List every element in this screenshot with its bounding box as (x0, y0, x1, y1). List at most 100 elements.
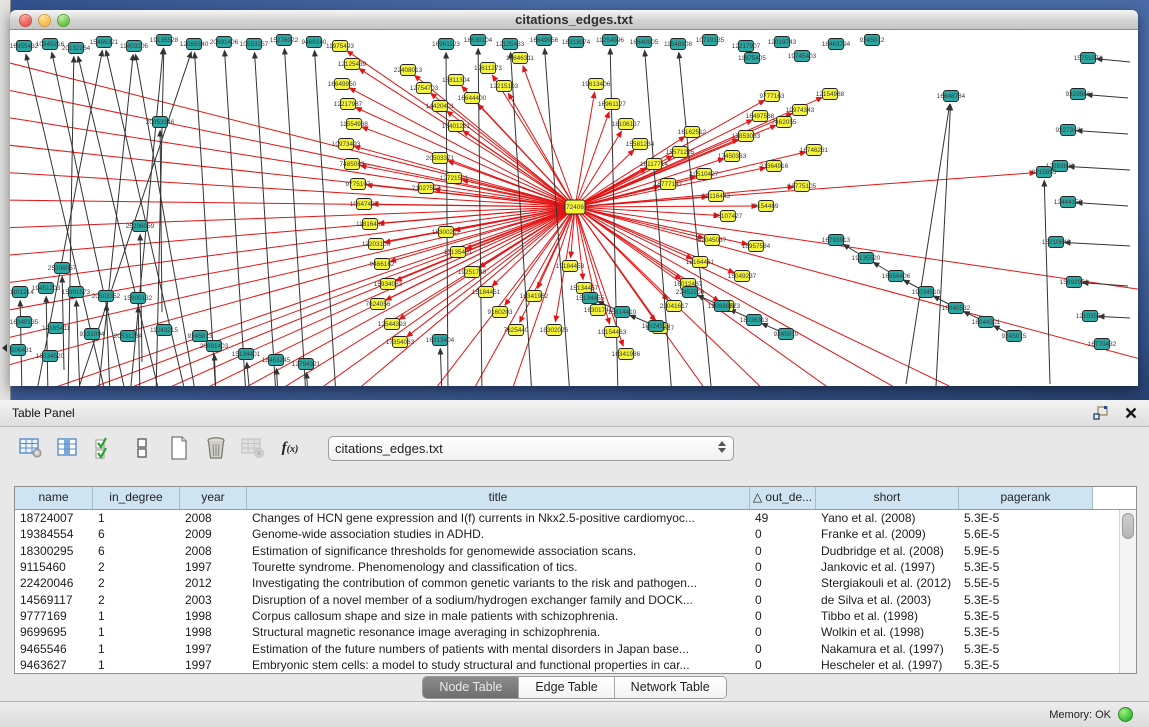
toggle-rows-button[interactable] (129, 435, 155, 461)
svg-text:16040532: 16040532 (942, 305, 971, 312)
svg-text:19613406: 19613406 (582, 81, 611, 88)
svg-text:15581234: 15581234 (626, 141, 655, 148)
table-settings-button[interactable] (18, 435, 44, 461)
tab-network-table[interactable]: Network Table (614, 677, 726, 698)
column-header-year[interactable]: year (180, 487, 247, 509)
table-row[interactable]: 1938455462009Genome-wide association stu… (15, 526, 1119, 542)
svg-text:16117714: 16117714 (640, 161, 668, 168)
table-row[interactable]: 946554611997Estimation of the future num… (15, 640, 1119, 656)
column-header-in_degree[interactable]: in_degree (93, 487, 180, 509)
svg-text:22045037: 22045037 (698, 237, 727, 244)
svg-text:21364916: 21364916 (760, 163, 789, 170)
svg-text:20132264: 20132264 (62, 45, 91, 52)
svg-text:12444150: 12444150 (1054, 199, 1083, 206)
svg-text:15814410: 15814410 (608, 309, 637, 316)
svg-text:19135528: 19135528 (150, 37, 179, 44)
table-row[interactable]: 1456911722003Disruption of a novel membe… (15, 591, 1119, 607)
svg-text:18630104: 18630104 (464, 37, 493, 44)
show-columns-button[interactable] (55, 435, 81, 461)
svg-text:15276022: 15276022 (270, 37, 299, 44)
svg-text:9329966: 9329966 (1066, 91, 1091, 98)
svg-text:9245012: 9245012 (860, 37, 885, 44)
svg-text:19251740: 19251740 (458, 269, 487, 276)
table-row[interactable]: 946362711997Embryonic stem cells: a mode… (15, 657, 1119, 673)
scrollbar-thumb[interactable] (1122, 513, 1134, 539)
table-row[interactable]: 911546021997Tourette syndrome. Phenomeno… (15, 559, 1119, 575)
svg-text:15134455: 15134455 (576, 295, 605, 302)
tab-node-table[interactable]: Node Table (423, 677, 518, 698)
svg-text:11243215: 11243215 (150, 327, 178, 334)
svg-text:18024503: 18024503 (642, 323, 671, 330)
table-row[interactable]: 1830029562008Estimation of significance … (15, 543, 1119, 559)
delete-column-trash-button[interactable] (203, 435, 229, 461)
cytoscape-desktop: citations_edges.txt 17240611197549312125… (0, 0, 1149, 400)
network-window-titlebar[interactable]: citations_edges.txt (10, 10, 1138, 30)
svg-text:18463245: 18463245 (262, 357, 291, 364)
table-row[interactable]: 2242004622012Investigating the contribut… (15, 575, 1119, 591)
column-header-out_de[interactable]: △ out_de... (750, 487, 816, 509)
window-traffic-lights (19, 14, 70, 27)
svg-text:11554988: 11554988 (340, 121, 368, 128)
svg-text:11403206: 11403206 (120, 43, 148, 50)
svg-text:17450363: 17450363 (718, 153, 747, 160)
zoom-window-button[interactable] (57, 14, 70, 27)
column-header-title[interactable]: title (247, 487, 750, 509)
svg-text:18313074: 18313074 (562, 39, 591, 46)
close-window-button[interactable] (19, 14, 32, 27)
svg-text:16956406: 16956406 (882, 273, 911, 280)
table-vertical-scrollbar[interactable] (1119, 510, 1136, 673)
svg-text:15751074: 15751074 (1074, 55, 1103, 62)
table-row[interactable]: 977716911998Corpus callosum shape and si… (15, 608, 1119, 624)
svg-text:11975405: 11975405 (738, 55, 766, 62)
table-panel-header[interactable]: Table Panel (0, 400, 1149, 427)
splitpane-collapse-arrow-icon[interactable] (2, 344, 7, 352)
svg-text:9227343: 9227343 (1056, 127, 1081, 134)
column-header-pagerank[interactable]: pagerank (959, 487, 1093, 509)
svg-text:15049237: 15049237 (728, 273, 757, 280)
network-window-title: citations_edges.txt (10, 10, 1138, 29)
svg-text:21027512: 21027512 (412, 185, 441, 192)
svg-text:15901573: 15901573 (62, 289, 91, 296)
svg-text:15934063: 15934063 (374, 281, 403, 288)
svg-text:7624056: 7624056 (366, 301, 391, 308)
tab-edge-table[interactable]: Edge Table (518, 677, 613, 698)
memory-status-indicator[interactable] (1118, 707, 1133, 722)
svg-text:19184453: 19184453 (556, 263, 585, 270)
create-column-button[interactable] (166, 435, 192, 461)
svg-text:10945216: 10945216 (36, 41, 65, 48)
delete-table-disabled-button[interactable] (240, 435, 266, 461)
table-selector-dropdown[interactable]: citations_edges.txt (328, 436, 734, 461)
svg-text:19745403: 19745403 (788, 53, 817, 60)
svg-text:8215955: 8215955 (1032, 169, 1057, 176)
svg-text:16644400: 16644400 (458, 95, 487, 102)
svg-text:12019743: 12019743 (768, 39, 797, 46)
svg-text:12506431: 12506431 (10, 347, 33, 354)
table-selector-value: citations_edges.txt (335, 441, 443, 456)
svg-text:9466162: 9466162 (370, 261, 395, 268)
network-canvas-area[interactable]: 1724061119754931212543916649950122179871… (10, 30, 1138, 386)
svg-text:12217987: 12217987 (334, 101, 363, 108)
svg-text:16497568: 16497568 (746, 113, 775, 120)
column-header-name[interactable]: name (15, 487, 93, 509)
svg-text:16961123: 16961123 (432, 41, 460, 48)
network-view-window[interactable]: citations_edges.txt 17240611197549312125… (10, 10, 1138, 386)
svg-text:10974343: 10974343 (786, 107, 815, 114)
svg-text:10401221: 10401221 (442, 123, 471, 130)
svg-text:12215103: 12215103 (490, 83, 519, 90)
svg-text:11101214: 11101214 (10, 289, 34, 296)
svg-text:16770432: 16770432 (1088, 341, 1117, 348)
function-builder-button[interactable]: f(x) (277, 435, 303, 461)
svg-text:12116443: 12116443 (702, 193, 730, 200)
svg-text:22452206: 22452206 (676, 289, 705, 296)
close-panel-icon[interactable] (1125, 407, 1137, 419)
network-canvas[interactable]: 1724061119754931212543916649950122179871… (10, 30, 1138, 386)
minimize-window-button[interactable] (38, 14, 51, 27)
table-row[interactable]: 969969511998Structural magnetic resonanc… (15, 624, 1119, 640)
select-attributes-button[interactable] (92, 435, 118, 461)
float-panel-icon[interactable] (1093, 406, 1109, 420)
table-row[interactable]: 1872400712008Changes of HCN gene express… (15, 510, 1119, 526)
column-header-short[interactable]: short (816, 487, 959, 509)
svg-text:18300212: 18300212 (432, 229, 461, 236)
svg-text:18302026: 18302026 (540, 327, 569, 334)
svg-text:16961127: 16961127 (598, 101, 626, 108)
